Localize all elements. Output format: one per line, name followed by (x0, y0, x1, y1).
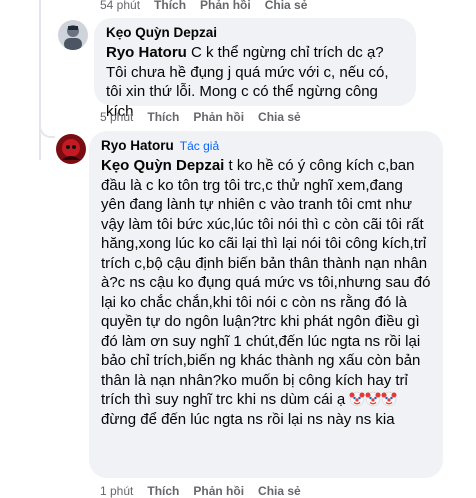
reply-button[interactable]: Phản hồi (200, 0, 251, 12)
comment-time[interactable]: 1 phút (100, 484, 133, 498)
comment-text: Kẹo Quỳn Depzai t ko hề có ý công kích c… (101, 156, 431, 429)
author-badge: Tác giả (179, 138, 220, 153)
avatar[interactable] (58, 20, 88, 50)
like-button[interactable]: Thích (147, 484, 179, 498)
mention-tag[interactable]: Ryo Hatoru (106, 44, 187, 61)
author-name[interactable]: Kẹo Quỳn Depzai (106, 25, 217, 40)
clown-emoji-icon (349, 391, 365, 407)
clown-emoji-icon (365, 391, 381, 407)
avatar-image (58, 20, 88, 50)
share-button[interactable]: Chia sẻ (265, 0, 308, 12)
comment-bubble: Ryo Hatoru Tác giả Kẹo Quỳn Depzai t ko … (89, 131, 443, 478)
reply-button[interactable]: Phản hồi (193, 110, 244, 124)
comment-time[interactable]: 5 phút (100, 110, 133, 124)
thread-line (39, 0, 41, 160)
like-button[interactable]: Thích (147, 110, 179, 124)
comment-actions: 5 phút Thích Phản hồi Chia sẻ (100, 110, 301, 124)
comment-author[interactable]: Kẹo Quỳn Depzai (106, 25, 404, 40)
thread-connector (39, 122, 55, 138)
comment-bubble: Kẹo Quỳn Depzai Ryo Hatoru C k thể ngừng… (94, 18, 416, 120)
avatar-image (56, 134, 86, 164)
share-button[interactable]: Chia sẻ (258, 110, 301, 124)
comment-body: t ko hề có ý công kích c,ban đầu là c ko… (101, 157, 431, 408)
comment-actions-top: 54 phút Thích Phản hồi Chia sẻ (100, 0, 307, 12)
mention-tag[interactable]: Kẹo Quỳn Depzai (101, 157, 224, 174)
avatar[interactable] (56, 134, 86, 164)
comment-time[interactable]: 54 phút (100, 0, 140, 12)
comment-actions: 1 phút Thích Phản hồi Chia sẻ (100, 484, 301, 498)
author-name[interactable]: Ryo Hatoru (101, 138, 174, 153)
comment-author[interactable]: Ryo Hatoru Tác giả (101, 138, 431, 153)
reply-button[interactable]: Phản hồi (193, 484, 244, 498)
comment-body-tail: đừng để đến lúc ngta ns rồi lại ns này n… (101, 410, 395, 428)
clown-emoji-icon (381, 391, 397, 407)
like-button[interactable]: Thích (154, 0, 186, 12)
share-button[interactable]: Chia sẻ (258, 484, 301, 498)
